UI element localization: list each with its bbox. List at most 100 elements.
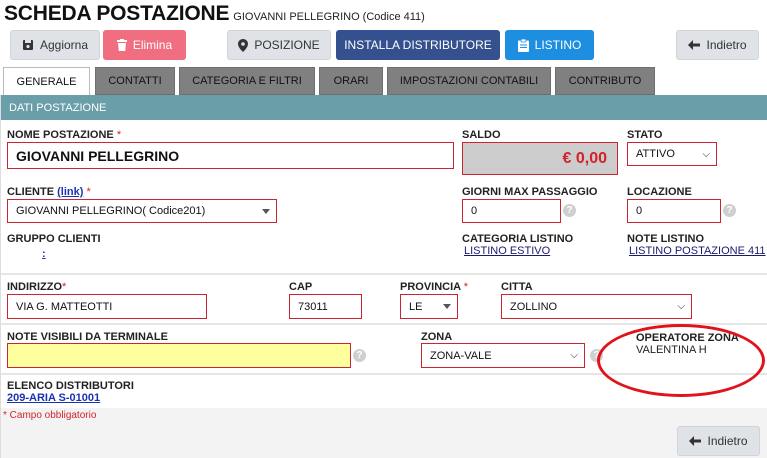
- save-button-label: Aggiorna: [39, 38, 89, 52]
- cliente-label: CLIENTE (link) *: [7, 186, 91, 198]
- cap-input[interactable]: 73011: [289, 294, 362, 319]
- tab-label: CONTATTI: [108, 75, 162, 87]
- giorni-value: 0: [471, 205, 478, 217]
- tab-label: CATEGORIA E FILTRI: [192, 75, 302, 87]
- indirizzo-label-text: INDIRIZZO: [7, 281, 62, 293]
- provincia-value: LE: [409, 300, 423, 313]
- arrow-left-icon: [689, 436, 702, 446]
- saldo-field: € 0,00: [462, 142, 618, 175]
- page-title-main: SCHEDA POSTAZIONE: [4, 2, 230, 25]
- cliente-link[interactable]: (link): [57, 186, 83, 198]
- note-listino-label: NOTE LISTINO: [627, 233, 704, 245]
- nome-postazione-input[interactable]: GIOVANNI PELLEGRINO: [7, 142, 454, 169]
- divider: [1, 323, 767, 325]
- giorni-label: GIORNI MAX PASSAGGIO: [462, 186, 598, 198]
- provincia-select[interactable]: LE: [400, 294, 458, 319]
- save-icon: [22, 39, 34, 51]
- zona-select[interactable]: ZONA-VALE ⌵: [421, 343, 585, 368]
- stato-select[interactable]: ATTIVO ⌵: [627, 142, 717, 166]
- note-terminale-label: NOTE VISIBILI DA TERMINALE: [7, 331, 168, 343]
- tab-orari[interactable]: ORARI: [319, 67, 383, 95]
- note-terminale-input[interactable]: [7, 343, 351, 368]
- gruppo-clienti-link[interactable]: :: [42, 248, 46, 260]
- delete-button-label: Elimina: [132, 38, 173, 52]
- citta-value: ZOLLINO: [510, 300, 558, 313]
- help-icon[interactable]: ?: [353, 349, 366, 362]
- cliente-select[interactable]: GIOVANNI PELLEGRINO( Codice201): [7, 199, 277, 223]
- help-icon[interactable]: ?: [563, 204, 576, 217]
- required-mark: *: [463, 281, 469, 293]
- install-distributor-button[interactable]: INSTALLA DISTRIBUTORE: [336, 30, 500, 60]
- saldo-value: € 0,00: [562, 149, 607, 167]
- indirizzo-input[interactable]: VIA G. MATTEOTTI: [7, 294, 207, 319]
- tab-contributo[interactable]: CONTRIBUTO: [555, 67, 655, 95]
- tab-bar: GENERALE CONTATTI CATEGORIA E FILTRI ORA…: [0, 67, 767, 95]
- required-mark: *: [86, 186, 91, 198]
- operatore-zona-value: VALENTINA H: [636, 344, 707, 356]
- price-list-button[interactable]: LISTINO: [505, 30, 594, 60]
- zona-value: ZONA-VALE: [430, 349, 492, 362]
- help-icon[interactable]: ?: [723, 204, 736, 217]
- tab-label: CONTRIBUTO: [568, 75, 642, 87]
- citta-select[interactable]: ZOLLINO ⌵: [501, 294, 692, 319]
- arrow-left-icon: [688, 40, 701, 50]
- provincia-label: PROVINCIA *: [400, 281, 468, 293]
- distributore-link[interactable]: 209-ARIA S-01001: [7, 392, 100, 404]
- position-button-label: POSIZIONE: [254, 38, 320, 52]
- nome-value: GIOVANNI PELLEGRINO: [16, 147, 180, 164]
- save-button[interactable]: Aggiorna: [10, 30, 100, 60]
- tab-categoria-filtri[interactable]: CATEGORIA E FILTRI: [179, 67, 315, 95]
- caret-down-icon: [262, 208, 270, 214]
- citta-label: CITTA: [501, 281, 533, 293]
- locazione-label: LOCAZIONE: [627, 186, 692, 198]
- section-title: DATI POSTAZIONE: [9, 101, 107, 114]
- tab-contatti[interactable]: CONTATTI: [95, 67, 175, 95]
- tab-label: GENERALE: [16, 75, 77, 88]
- chevron-down-icon: ⌵: [702, 148, 710, 160]
- chevron-down-icon: ⌵: [677, 301, 685, 312]
- tab-label: IMPOSTAZIONI CONTABILI: [399, 75, 539, 87]
- trash-icon: [116, 39, 127, 51]
- gruppo-clienti-label: GRUPPO CLIENTI: [7, 233, 101, 245]
- locazione-input[interactable]: 0: [627, 199, 721, 223]
- nome-label-text: NOME POSTAZIONE: [7, 129, 114, 141]
- divider: [1, 373, 767, 375]
- page-title: SCHEDA POSTAZIONE GIOVANNI PELLEGRINO (Co…: [4, 2, 425, 26]
- caret-down-icon: [443, 304, 451, 309]
- required-field-note: * Campo obbligatorio: [3, 410, 97, 421]
- price-list-label: LISTINO: [534, 38, 582, 52]
- cap-label: CAP: [289, 281, 313, 293]
- zona-label: ZONA: [421, 331, 453, 343]
- indirizzo-value: VIA G. MATTEOTTI: [16, 300, 113, 313]
- categoria-listino-link[interactable]: LISTINO ESTIVO: [464, 245, 550, 257]
- tab-generale[interactable]: GENERALE: [3, 67, 90, 95]
- divider: [1, 273, 767, 275]
- general-panel: DATI POSTAZIONE NOME POSTAZIONE * GIOVAN…: [0, 95, 767, 458]
- categoria-listino-label: CATEGORIA LISTINO: [462, 233, 574, 245]
- page-subtitle: GIOVANNI PELLEGRINO (Codice 411): [233, 11, 425, 23]
- locazione-value: 0: [636, 205, 643, 217]
- stato-value: ATTIVO: [636, 148, 675, 160]
- stato-label: STATO: [627, 129, 663, 141]
- required-mark: *: [62, 281, 67, 293]
- help-icon[interactable]: ?: [590, 349, 603, 362]
- cliente-value: GIOVANNI PELLEGRINO( Codice201): [16, 205, 206, 217]
- footer-back-button[interactable]: Indietro: [677, 426, 760, 456]
- delete-button[interactable]: Elimina: [103, 30, 186, 60]
- position-button[interactable]: POSIZIONE: [227, 30, 331, 60]
- tab-impostazioni-contabili[interactable]: IMPOSTAZIONI CONTABILI: [387, 67, 551, 95]
- back-button[interactable]: Indietro: [676, 30, 759, 60]
- back-button-label: Indietro: [706, 38, 747, 52]
- giorni-input[interactable]: 0: [462, 199, 561, 223]
- required-mark: *: [116, 129, 122, 141]
- footer-band: [1, 408, 767, 458]
- footer-back-label: Indietro: [707, 434, 748, 448]
- indirizzo-label: INDIRIZZO*: [7, 281, 66, 293]
- note-listino-link[interactable]: LISTINO POSTAZIONE 411: [629, 245, 766, 257]
- nome-label: NOME POSTAZIONE *: [7, 129, 121, 141]
- section-header: DATI POSTAZIONE: [1, 95, 767, 120]
- saldo-label: SALDO: [462, 129, 501, 141]
- clipboard-icon: [517, 38, 529, 52]
- map-marker-icon: [238, 38, 249, 52]
- cliente-label-text: CLIENTE: [7, 186, 55, 198]
